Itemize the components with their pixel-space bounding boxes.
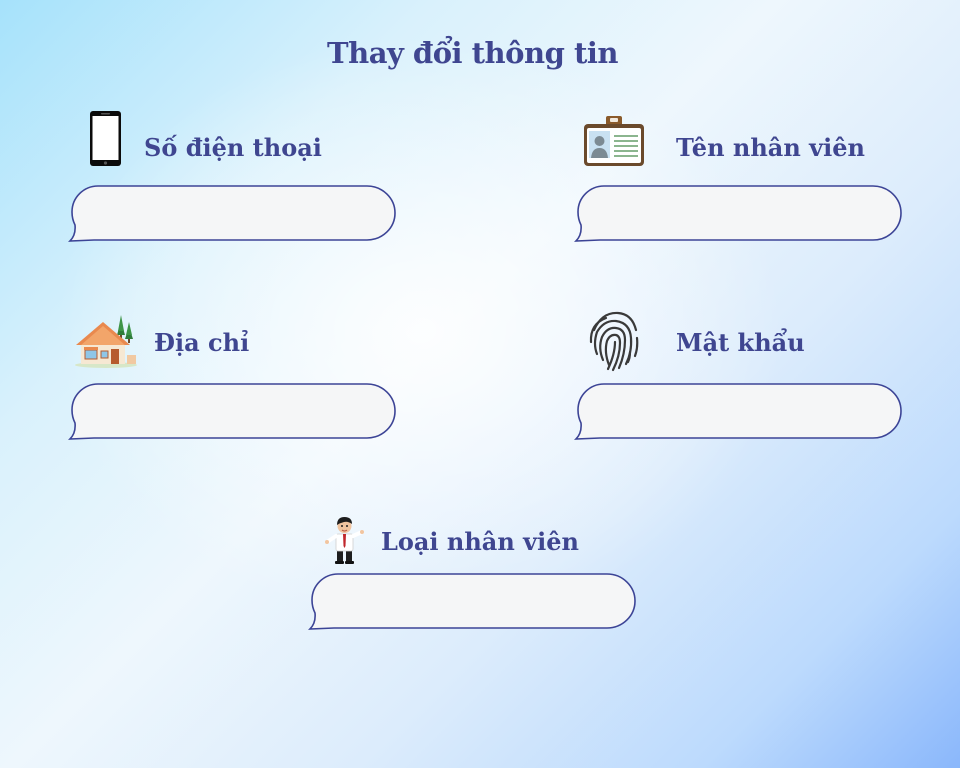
- fingerprint-icon: [588, 308, 640, 372]
- phone-label: Số điện thoại: [144, 133, 322, 162]
- page-title: Thay đổi thông tin: [327, 36, 618, 70]
- employee-name-label: Tên nhân viên: [676, 133, 865, 162]
- employee-type-field[interactable]: [308, 573, 638, 633]
- phone-field[interactable]: [68, 185, 398, 245]
- address-field[interactable]: [68, 383, 398, 443]
- password-input[interactable]: [588, 389, 888, 433]
- phone-input[interactable]: [82, 191, 382, 235]
- password-label: Mật khẩu: [676, 328, 805, 357]
- id-badge-icon: [583, 116, 645, 168]
- businessman-icon: [322, 515, 366, 565]
- employee-type-input[interactable]: [322, 579, 622, 623]
- address-input[interactable]: [82, 389, 382, 433]
- employee-type-label: Loại nhân viên: [381, 527, 579, 556]
- house-icon: [73, 313, 139, 369]
- address-label: Địa chỉ: [154, 328, 250, 357]
- smartphone-icon: [88, 109, 124, 169]
- employee-name-input[interactable]: [588, 191, 888, 235]
- employee-name-field[interactable]: [574, 185, 904, 245]
- password-field[interactable]: [574, 383, 904, 443]
